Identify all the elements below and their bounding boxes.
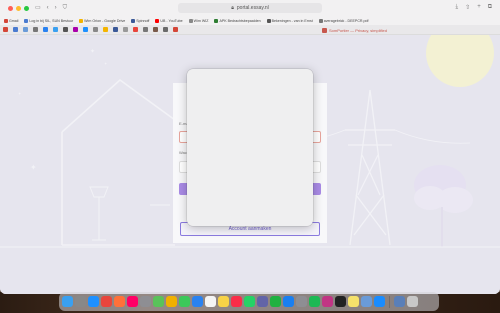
forward-icon[interactable]: › — [55, 5, 57, 11]
tab-strip — [0, 25, 500, 35]
notes-icon[interactable] — [218, 296, 229, 307]
active-tab[interactable]: SomPortier — Privacy, simplified — [322, 26, 412, 35]
download-icon[interactable]: ⤓ — [456, 4, 459, 11]
pinned-tab-icon[interactable] — [13, 27, 18, 32]
bookmark-favicon-icon — [79, 18, 84, 23]
bookmark-label: UB - YouTube — [160, 18, 183, 23]
pinned-tab-icon[interactable] — [123, 27, 128, 32]
share-icon[interactable]: ⇧ — [465, 4, 470, 11]
bookmark-favicon-icon — [214, 18, 219, 23]
bookmark-item[interactable]: Spinnoff — [131, 18, 150, 23]
pinned-tab-icon[interactable] — [103, 27, 108, 32]
pinned-tab-icon[interactable] — [133, 27, 138, 32]
trash-icon[interactable] — [407, 296, 418, 307]
close-window-button[interactable] — [8, 5, 13, 11]
bookmark-item[interactable]: APK Bedrachtsbepaalden — [214, 18, 261, 23]
bookmark-label: Wim WIZ — [193, 18, 209, 23]
new-tab-icon[interactable]: + — [477, 4, 481, 11]
finder-icon[interactable] — [62, 296, 73, 307]
pinned-tab-icon[interactable] — [33, 27, 38, 32]
modal-dialog[interactable] — [187, 69, 313, 226]
teams-icon[interactable] — [257, 296, 268, 307]
spotify-icon[interactable] — [309, 296, 320, 307]
lock-icon: 🔒︎ — [231, 5, 234, 11]
pinned-tab-icon[interactable] — [43, 27, 48, 32]
zoom-window-button[interactable] — [24, 5, 29, 11]
safari-icon[interactable] — [88, 296, 99, 307]
bookmark-item[interactable]: averagebrick - DEEPCR.pdf — [318, 18, 369, 23]
active-tab-title: SomPortier — Privacy, simplified — [329, 28, 387, 33]
bookmark-label: APK Bedrachtsbepaalden — [219, 18, 261, 23]
numbers-icon[interactable] — [270, 296, 281, 307]
photos-icon[interactable] — [166, 296, 177, 307]
maps-icon[interactable] — [153, 296, 164, 307]
pinned-tab-icon[interactable] — [163, 27, 168, 32]
instagram-icon[interactable] — [322, 296, 333, 307]
tab-overview-icon[interactable]: ⧉ — [488, 4, 492, 11]
preview-icon[interactable] — [361, 296, 372, 307]
dock-separator — [389, 295, 390, 308]
messages-icon[interactable] — [140, 296, 151, 307]
bookmark-favicon-icon — [4, 18, 8, 23]
mail-icon[interactable] — [192, 296, 203, 307]
bookmarks-bar: Gmail Log in bij SIL, SUN Bestuur Wim Orio… — [0, 16, 500, 25]
pinned-tab-icon[interactable] — [73, 27, 78, 32]
bookmark-label: Log in bij SIL, SUN Bestuur — [29, 18, 74, 23]
pinned-tab-icon[interactable] — [83, 27, 88, 32]
bookmark-label: Bekeningen - van in Ernst — [271, 18, 313, 23]
pinned-tab-icon[interactable] — [23, 27, 28, 32]
settings-icon[interactable] — [296, 296, 307, 307]
pinned-tab-icon[interactable] — [173, 27, 178, 32]
calendar-icon[interactable] — [205, 296, 216, 307]
bookmark-favicon-icon — [318, 18, 323, 23]
stickies-icon[interactable] — [348, 296, 359, 307]
dock — [59, 292, 439, 311]
browser-toolbar: ▭ ‹ › ⛉ 🔒︎ portal.essay.nl ⤓ ⇧ + ⧉ — [0, 0, 500, 16]
bookmark-favicon-icon — [266, 18, 271, 23]
minimize-window-button[interactable] — [16, 5, 21, 11]
bookmark-item[interactable]: Bekeningen - van in Ernst — [266, 18, 313, 23]
facetime-icon[interactable] — [179, 296, 190, 307]
downloads-icon[interactable] — [394, 296, 405, 307]
whatsapp-icon[interactable] — [244, 296, 255, 307]
bookmark-favicon-icon — [188, 18, 193, 23]
pinned-tab-icon[interactable] — [53, 27, 58, 32]
bookmark-item[interactable]: UB - YouTube — [155, 18, 183, 23]
bookmark-label: averagebrick - DEEPCR.pdf — [323, 18, 369, 23]
terminal-icon[interactable] — [335, 296, 346, 307]
browser-window: ▭ ‹ › ⛉ 🔒︎ portal.essay.nl ⤓ ⇧ + ⧉ Gmail… — [0, 0, 500, 294]
bookmark-favicon-icon — [24, 18, 29, 23]
address-text: portal.essay.nl — [236, 5, 269, 11]
bookmark-item[interactable]: Log in bij SIL, SUN Bestuur — [24, 18, 74, 23]
bookmark-item[interactable]: Wim WIZ — [188, 18, 209, 23]
chrome-icon[interactable] — [101, 296, 112, 307]
pinned-tab-icon[interactable] — [63, 27, 68, 32]
pinned-tab-icon[interactable] — [143, 27, 148, 32]
shield-icon[interactable]: ⛉ — [63, 5, 68, 11]
back-icon[interactable]: ‹ — [47, 5, 49, 11]
music-icon[interactable] — [231, 296, 242, 307]
pinned-tab-icon[interactable] — [93, 27, 98, 32]
app-store-icon[interactable] — [374, 296, 385, 307]
keynote-icon[interactable] — [283, 296, 294, 307]
create-account-label: Account aanmaken — [228, 226, 272, 232]
pinned-tab-icon[interactable] — [113, 27, 118, 32]
tab-favicon-icon — [322, 28, 327, 33]
sidebar-icon[interactable]: ▭ — [35, 5, 41, 11]
launchpad-icon[interactable] — [75, 296, 86, 307]
address-bar[interactable]: 🔒︎ portal.essay.nl — [178, 3, 322, 13]
pinned-tab-icon[interactable] — [3, 27, 8, 32]
bookmark-label: Spinnoff — [136, 18, 150, 23]
bookmark-label: Gmail — [9, 18, 19, 23]
bookmark-favicon-icon — [131, 18, 136, 23]
toolbar-right: ⤓ ⇧ + ⧉ — [456, 4, 493, 11]
pinned-tab-icon[interactable] — [153, 27, 158, 32]
bookmark-favicon-icon — [155, 18, 160, 23]
window-controls — [8, 5, 29, 11]
bookmark-label: Wim Orion - Google Drive — [84, 18, 126, 23]
arc-icon[interactable] — [127, 296, 138, 307]
firefox-icon[interactable] — [114, 296, 125, 307]
bookmark-item[interactable]: Gmail — [4, 18, 19, 23]
bookmark-item[interactable]: Wim Orion - Google Drive — [79, 18, 126, 23]
